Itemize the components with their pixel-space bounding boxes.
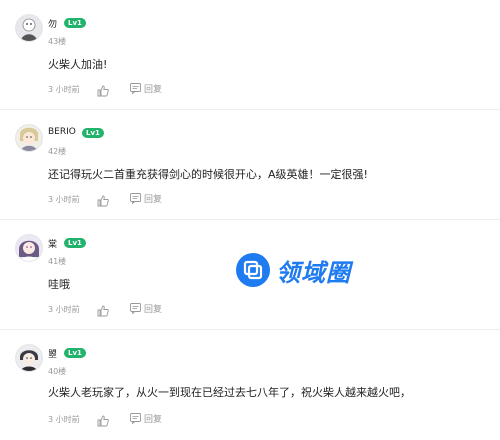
floor-number: 41楼 (48, 257, 67, 266)
comment-item: 勿 Lv1 43楼 火柴人加油! 3 小时前 回复 (0, 0, 500, 110)
like-icon[interactable] (97, 82, 109, 97)
timestamp: 3 小时前 (48, 85, 80, 94)
comment-icon (130, 82, 141, 94)
avatar[interactable] (15, 124, 43, 152)
comment-text: 还记得玩火二首重充获得剑心的时候很开心，A级英雄！一定很强! (48, 168, 368, 181)
reply-label: 回复 (144, 84, 163, 95)
comment-item: 曌 Lv1 40楼 火柴人老玩家了，从火一到现在已经过去七八年了，祝火柴人越来越… (0, 330, 500, 440)
reply-label: 回复 (144, 304, 163, 315)
comment-icon (130, 192, 141, 204)
comment-text: 火柴人老玩家了，从火一到现在已经过去七八年了，祝火柴人越来越火吧， (48, 386, 411, 399)
floor-number: 42楼 (48, 147, 67, 156)
like-icon[interactable] (97, 302, 109, 317)
reply-label: 回复 (144, 414, 163, 425)
reply-button[interactable]: 回复 (130, 82, 163, 95)
comment-icon (130, 412, 141, 424)
level-badge: Lv1 (64, 238, 86, 248)
floor-number: 43楼 (48, 37, 67, 46)
level-badge: Lv1 (82, 128, 104, 138)
level-badge: Lv1 (64, 348, 86, 358)
avatar[interactable] (15, 14, 43, 42)
reply-label: 回复 (144, 194, 163, 205)
floor-number: 40楼 (48, 367, 67, 376)
watermark-text: 领域圈 (276, 258, 351, 287)
avatar[interactable] (15, 234, 43, 262)
comment-item: BERIO Lv1 42楼 还记得玩火二首重充获得剑心的时候很开心，A级英雄！一… (0, 110, 500, 220)
reply-button[interactable]: 回复 (130, 192, 163, 205)
username[interactable]: 棠 (48, 237, 57, 250)
username[interactable]: 勿 (48, 17, 57, 30)
timestamp: 3 小时前 (48, 305, 80, 314)
level-badge: Lv1 (64, 18, 86, 28)
comment-icon (130, 302, 141, 314)
reply-button[interactable]: 回复 (130, 412, 163, 425)
like-icon[interactable] (97, 412, 109, 427)
username[interactable]: BERIO (48, 127, 76, 137)
watermark-logo-icon (236, 253, 270, 287)
avatar[interactable] (15, 344, 43, 372)
comment-text: 哇哦 (48, 278, 70, 291)
timestamp: 3 小时前 (48, 195, 80, 204)
comment-text: 火柴人加油! (48, 58, 108, 71)
watermark: 领域圈 (236, 250, 386, 290)
timestamp: 3 小时前 (48, 415, 80, 424)
like-icon[interactable] (97, 192, 109, 207)
username[interactable]: 曌 (48, 347, 57, 360)
reply-button[interactable]: 回复 (130, 302, 163, 315)
